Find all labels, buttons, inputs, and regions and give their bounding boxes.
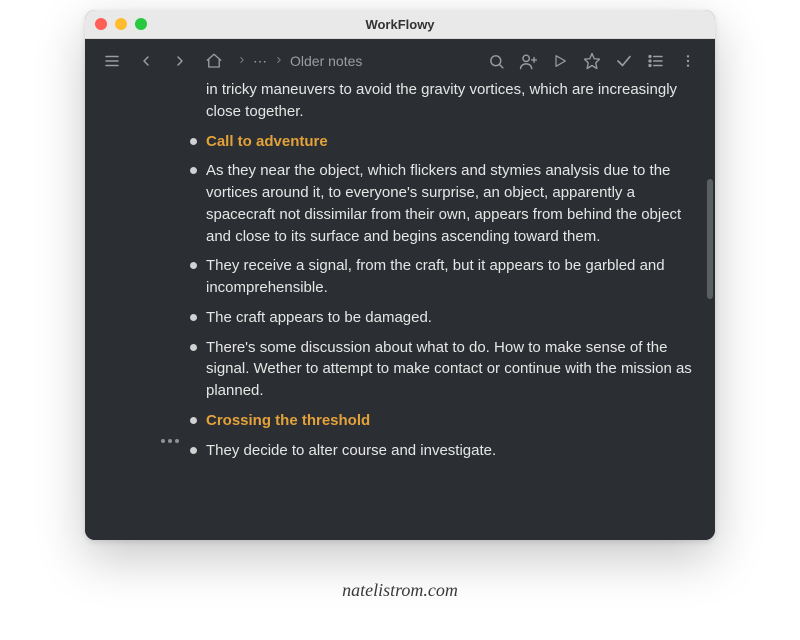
list-item[interactable]: They receive a signal, from the craft, b… [190, 255, 693, 299]
hamburger-icon [103, 52, 121, 70]
bullet-icon[interactable] [190, 167, 197, 174]
breadcrumb-separator-icon [237, 53, 247, 70]
kebab-icon [680, 53, 696, 69]
breadcrumb-separator-icon [274, 53, 284, 70]
breadcrumb-ellipsis[interactable]: ⋯ [253, 53, 268, 70]
list-item-text[interactable]: There's some discussion about what to do… [206, 337, 693, 402]
window-close-button[interactable] [95, 18, 107, 30]
bullet-icon[interactable] [190, 417, 197, 424]
home-icon [205, 52, 223, 70]
play-icon [552, 53, 568, 69]
list-item-text[interactable]: As they near the object, which flickers … [206, 160, 693, 247]
page-caption: natelistrom.com [0, 580, 800, 601]
window-minimize-button[interactable] [115, 18, 127, 30]
bullet-icon[interactable] [190, 262, 197, 269]
list-item-text[interactable]: The craft appears to be damaged. [206, 307, 693, 329]
toolbar: ⋯ Older notes [85, 39, 715, 83]
list-item-text[interactable]: Call to adventure [206, 131, 693, 153]
star-icon [583, 52, 601, 70]
list-item[interactable]: The craft appears to be damaged. [190, 307, 693, 329]
scrollbar-thumb[interactable] [707, 179, 713, 299]
back-button[interactable] [133, 48, 159, 74]
traffic-lights [95, 10, 147, 38]
search-button[interactable] [483, 48, 509, 74]
titlebar: WorkFlowy [85, 10, 715, 39]
content-area: in tricky maneuvers to avoid the gravity… [85, 83, 715, 540]
chevron-left-icon [138, 53, 154, 69]
star-button[interactable] [579, 48, 605, 74]
breadcrumb-current[interactable]: Older notes [290, 53, 362, 69]
play-button[interactable] [547, 48, 573, 74]
breadcrumb: ⋯ Older notes [237, 53, 362, 70]
check-icon [615, 52, 633, 70]
list-view-button[interactable] [643, 48, 669, 74]
app-window: WorkFlowy ⋯ Older notes [85, 10, 715, 540]
home-button[interactable] [201, 48, 227, 74]
menu-button[interactable] [99, 48, 125, 74]
more-button[interactable] [675, 48, 701, 74]
list-item-text[interactable]: in tricky maneuvers to avoid the gravity… [206, 83, 693, 123]
list-item[interactable]: There's some discussion about what to do… [190, 337, 693, 402]
add-user-icon [519, 52, 538, 71]
list-item-text[interactable]: Crossing the threshold [206, 410, 693, 432]
list-item[interactable]: They decide to alter course and investig… [190, 440, 693, 462]
bullet-icon[interactable] [190, 314, 197, 321]
list-item-text[interactable]: They receive a signal, from the craft, b… [206, 255, 693, 299]
bullet-icon[interactable] [190, 344, 197, 351]
list-item-text[interactable]: They decide to alter course and investig… [206, 440, 693, 462]
bullet-icon[interactable] [190, 138, 197, 145]
complete-button[interactable] [611, 48, 637, 74]
share-button[interactable] [515, 48, 541, 74]
bullet-icon[interactable] [190, 447, 197, 454]
window-zoom-button[interactable] [135, 18, 147, 30]
search-icon [488, 53, 505, 70]
window-title: WorkFlowy [365, 17, 434, 32]
list-icon [647, 52, 665, 70]
list-item[interactable]: in tricky maneuvers to avoid the gravity… [190, 83, 693, 123]
list-heading[interactable]: Crossing the threshold [190, 410, 693, 432]
list-item[interactable]: As they near the object, which flickers … [190, 160, 693, 247]
list-heading[interactable]: Call to adventure [190, 131, 693, 153]
outline-list: in tricky maneuvers to avoid the gravity… [85, 83, 715, 540]
forward-button[interactable] [167, 48, 193, 74]
chevron-right-icon [172, 53, 188, 69]
